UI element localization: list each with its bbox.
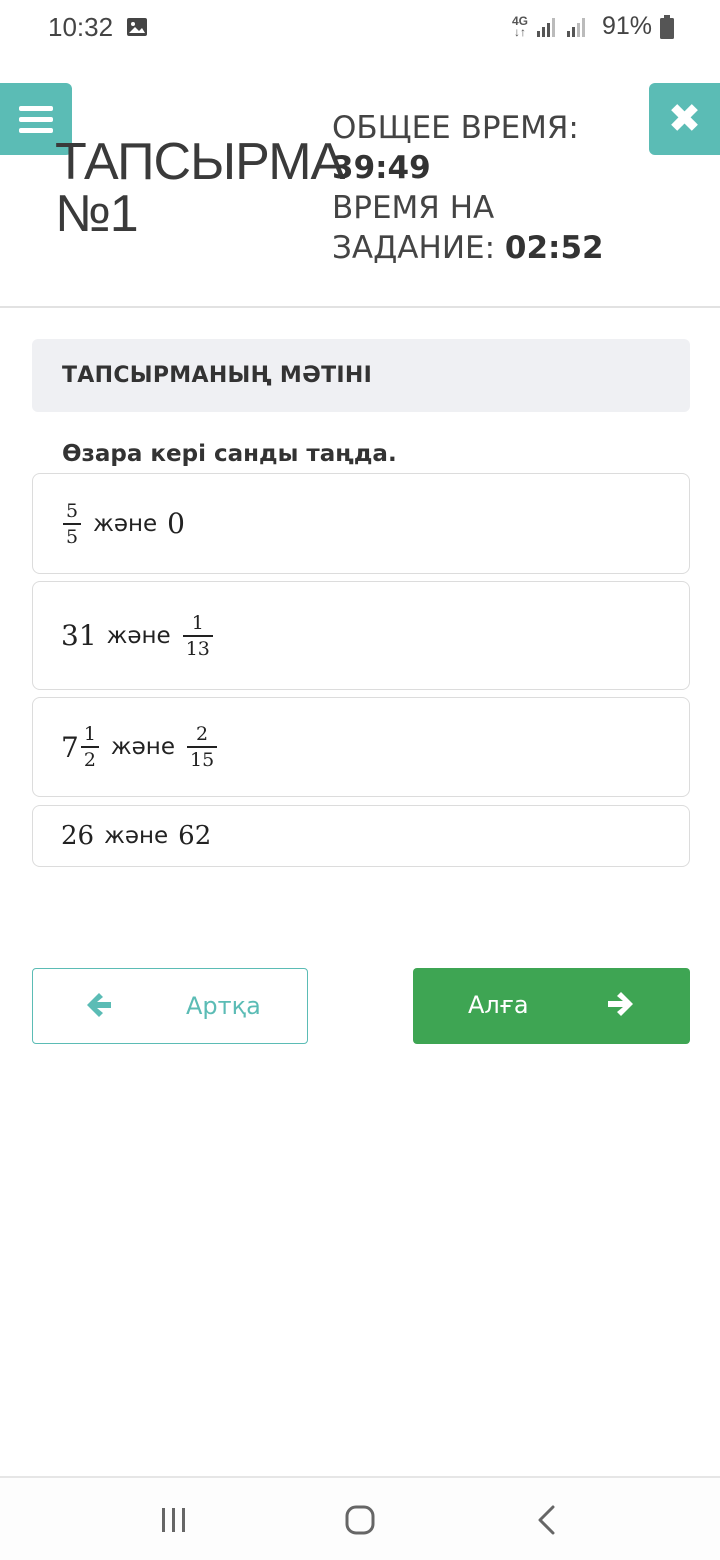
status-indicators: 4G ↓↑ 91% [512,12,674,41]
timer-block: ОБЩЕЕ ВРЕМЯ: 39:49 ВРЕМЯ НА ЗАДАНИЕ: 02:… [332,108,632,268]
connector-word: және [104,823,169,849]
task-time-value: 02:52 [504,230,604,266]
arrow-right-icon [608,992,633,1016]
task-text-panel: ТАПСЫРМАНЫҢ МӘТІНІ [32,339,690,412]
fraction-numerator: 1 [191,611,204,634]
signal-icon [566,17,585,37]
answer-option-2[interactable]: 31 және 1 13 [32,581,690,690]
battery-percent: 91% [601,12,652,40]
fraction: 1 13 [182,611,213,660]
fraction: 5 5 [63,499,82,548]
fraction: 1 2 [80,723,99,771]
mixed-number-whole: 7 [61,730,79,764]
option-expression: 31 және 1 13 [61,613,215,659]
network-indicator: 4G ↓↑ [512,15,528,39]
next-button[interactable]: Алға [413,968,690,1044]
status-bar: 10:32 4G ↓↑ 91% [0,0,720,56]
arrow-left-icon [87,993,111,1017]
hamburger-icon [19,106,53,111]
header-divider [0,306,720,308]
task-text-label: ТАПСЫРМАНЫҢ МӘТІНІ [62,363,373,388]
number: 62 [178,821,212,851]
fraction-numerator: 1 [83,723,96,745]
answer-option-4[interactable]: 26 және 62 [32,805,690,867]
task-time-label-line1: ВРЕМЯ НА [332,190,495,226]
total-time-value: 39:49 [332,150,431,186]
fraction: 2 15 [186,723,218,771]
connector-word: және [106,622,171,649]
connector-word: және [93,510,158,537]
task-title-word: ТАПСЫРМА [55,133,345,191]
system-nav-bar [0,1478,720,1560]
fraction-numerator: 5 [66,499,79,522]
home-icon[interactable] [340,1500,380,1540]
hamburger-icon-bar [19,117,53,122]
battery-icon [660,14,674,39]
back-icon[interactable] [528,1500,568,1540]
task-number: №1 [55,185,139,243]
task-time-label-line2: ЗАДАНИЕ: [332,230,496,266]
signal-icon [536,17,555,37]
fraction-denominator: 15 [189,749,215,771]
task-time-row: ЗАДАНИЕ: 02:52 [332,228,632,268]
hamburger-icon-bar [19,128,53,133]
image-icon [127,18,147,36]
fraction-denominator: 5 [66,525,79,548]
option-expression: 5 5 және 0 [61,501,185,547]
data-arrows-icon: ↓↑ [513,24,526,39]
task-title: ТАПСЫРМА №1 [55,133,345,243]
fraction-denominator: 13 [185,637,210,660]
close-icon: ✖ [667,96,702,142]
total-time-label: ОБЩЕЕ ВРЕМЯ: [332,110,579,146]
number: 31 [61,619,97,652]
answer-option-3[interactable]: 7 1 2 және 2 15 [32,697,690,797]
close-button[interactable]: ✖ [649,83,720,155]
option-expression: 26 және 62 [61,821,211,851]
status-time: 10:32 [48,12,114,42]
option-expression: 7 1 2 және 2 15 [61,724,219,770]
back-button-label: Артқа [186,992,261,1020]
back-button[interactable]: Артқа [32,968,308,1044]
number: 0 [167,507,185,540]
fraction-numerator: 2 [196,723,209,745]
fraction-denominator: 2 [83,749,96,771]
number: 26 [61,821,95,851]
question-text: Өзара кері санды таңда. [62,441,397,467]
recent-apps-icon[interactable] [154,1500,194,1540]
next-button-label: Алға [468,991,529,1019]
connector-word: және [110,734,175,760]
answer-option-1[interactable]: 5 5 және 0 [32,473,690,574]
